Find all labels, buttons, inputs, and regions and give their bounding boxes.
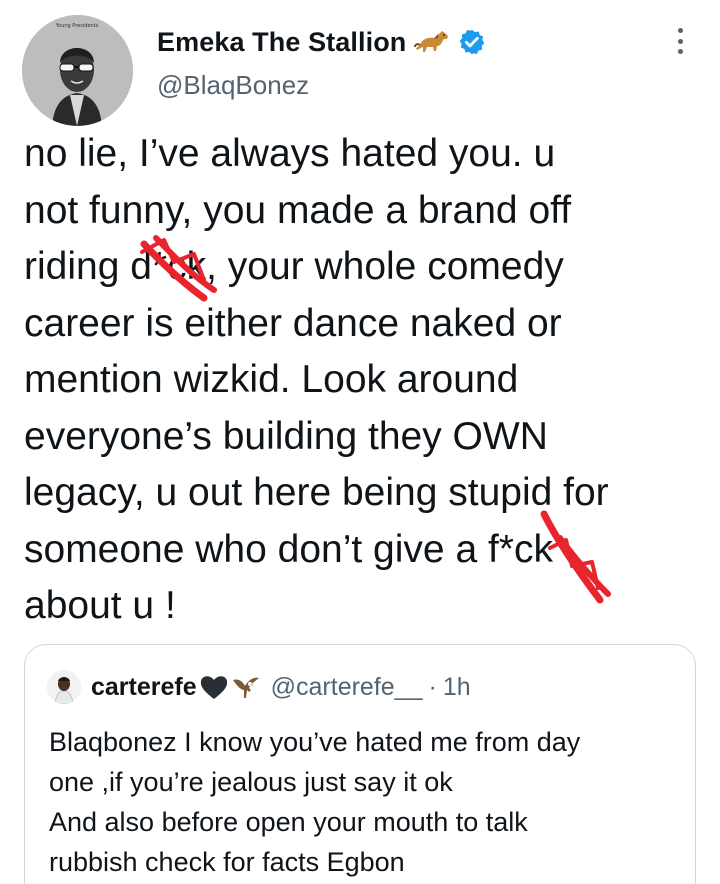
black-heart-emoji-icon — [200, 676, 227, 699]
quoted-tweet-header: carterefe @carterefe__ · 1h — [47, 669, 471, 705]
tweet-card: Young Presidents Emeka The Stallion @Bla… — [0, 0, 720, 884]
quoted-text-line: And also before open your mouth to talk — [49, 807, 528, 837]
more-dot — [677, 28, 683, 33]
quoted-avatar-photo — [47, 670, 81, 704]
more-dot — [677, 38, 683, 44]
quoted-timestamp[interactable]: 1h — [443, 673, 471, 702]
author-name-row[interactable]: Emeka The Stallion — [157, 24, 486, 60]
avatar-caption: Young Presidents — [55, 23, 99, 29]
eagle-emoji-icon — [232, 677, 259, 698]
quoted-text-line: Blaqbonez I know you’ve hated me from da… — [49, 727, 581, 757]
more-options-icon[interactable] — [668, 26, 692, 56]
verified-badge-icon — [460, 29, 485, 55]
author-handle[interactable]: @BlaqBonez — [157, 70, 309, 101]
author-display-name[interactable]: Emeka The Stallion — [157, 27, 406, 58]
more-dot — [677, 49, 683, 54]
quoted-author-name: carterefe — [91, 672, 197, 701]
quoted-separator: · — [428, 672, 437, 701]
quoted-tweet-card[interactable]: carterefe @carterefe__ · 1h Blaqbonez I … — [24, 644, 696, 884]
quoted-tweet-text: Blaqbonez I know you’ve hated me from da… — [49, 722, 689, 882]
quoted-author-avatar — [47, 670, 81, 704]
tweet-text: no lie, I’ve always hated you. u not fun… — [24, 132, 609, 627]
quoted-text-line: one ,if you’re jealous just say it ok — [49, 767, 453, 797]
horse-emoji-icon — [414, 31, 449, 52]
quoted-author-handle: @carterefe__ — [270, 672, 423, 701]
quoted-text-line: rubbish check for facts Egbon — [49, 847, 405, 877]
author-avatar[interactable]: Young Presidents — [22, 15, 133, 126]
avatar-photo: Young Presidents — [22, 15, 133, 126]
